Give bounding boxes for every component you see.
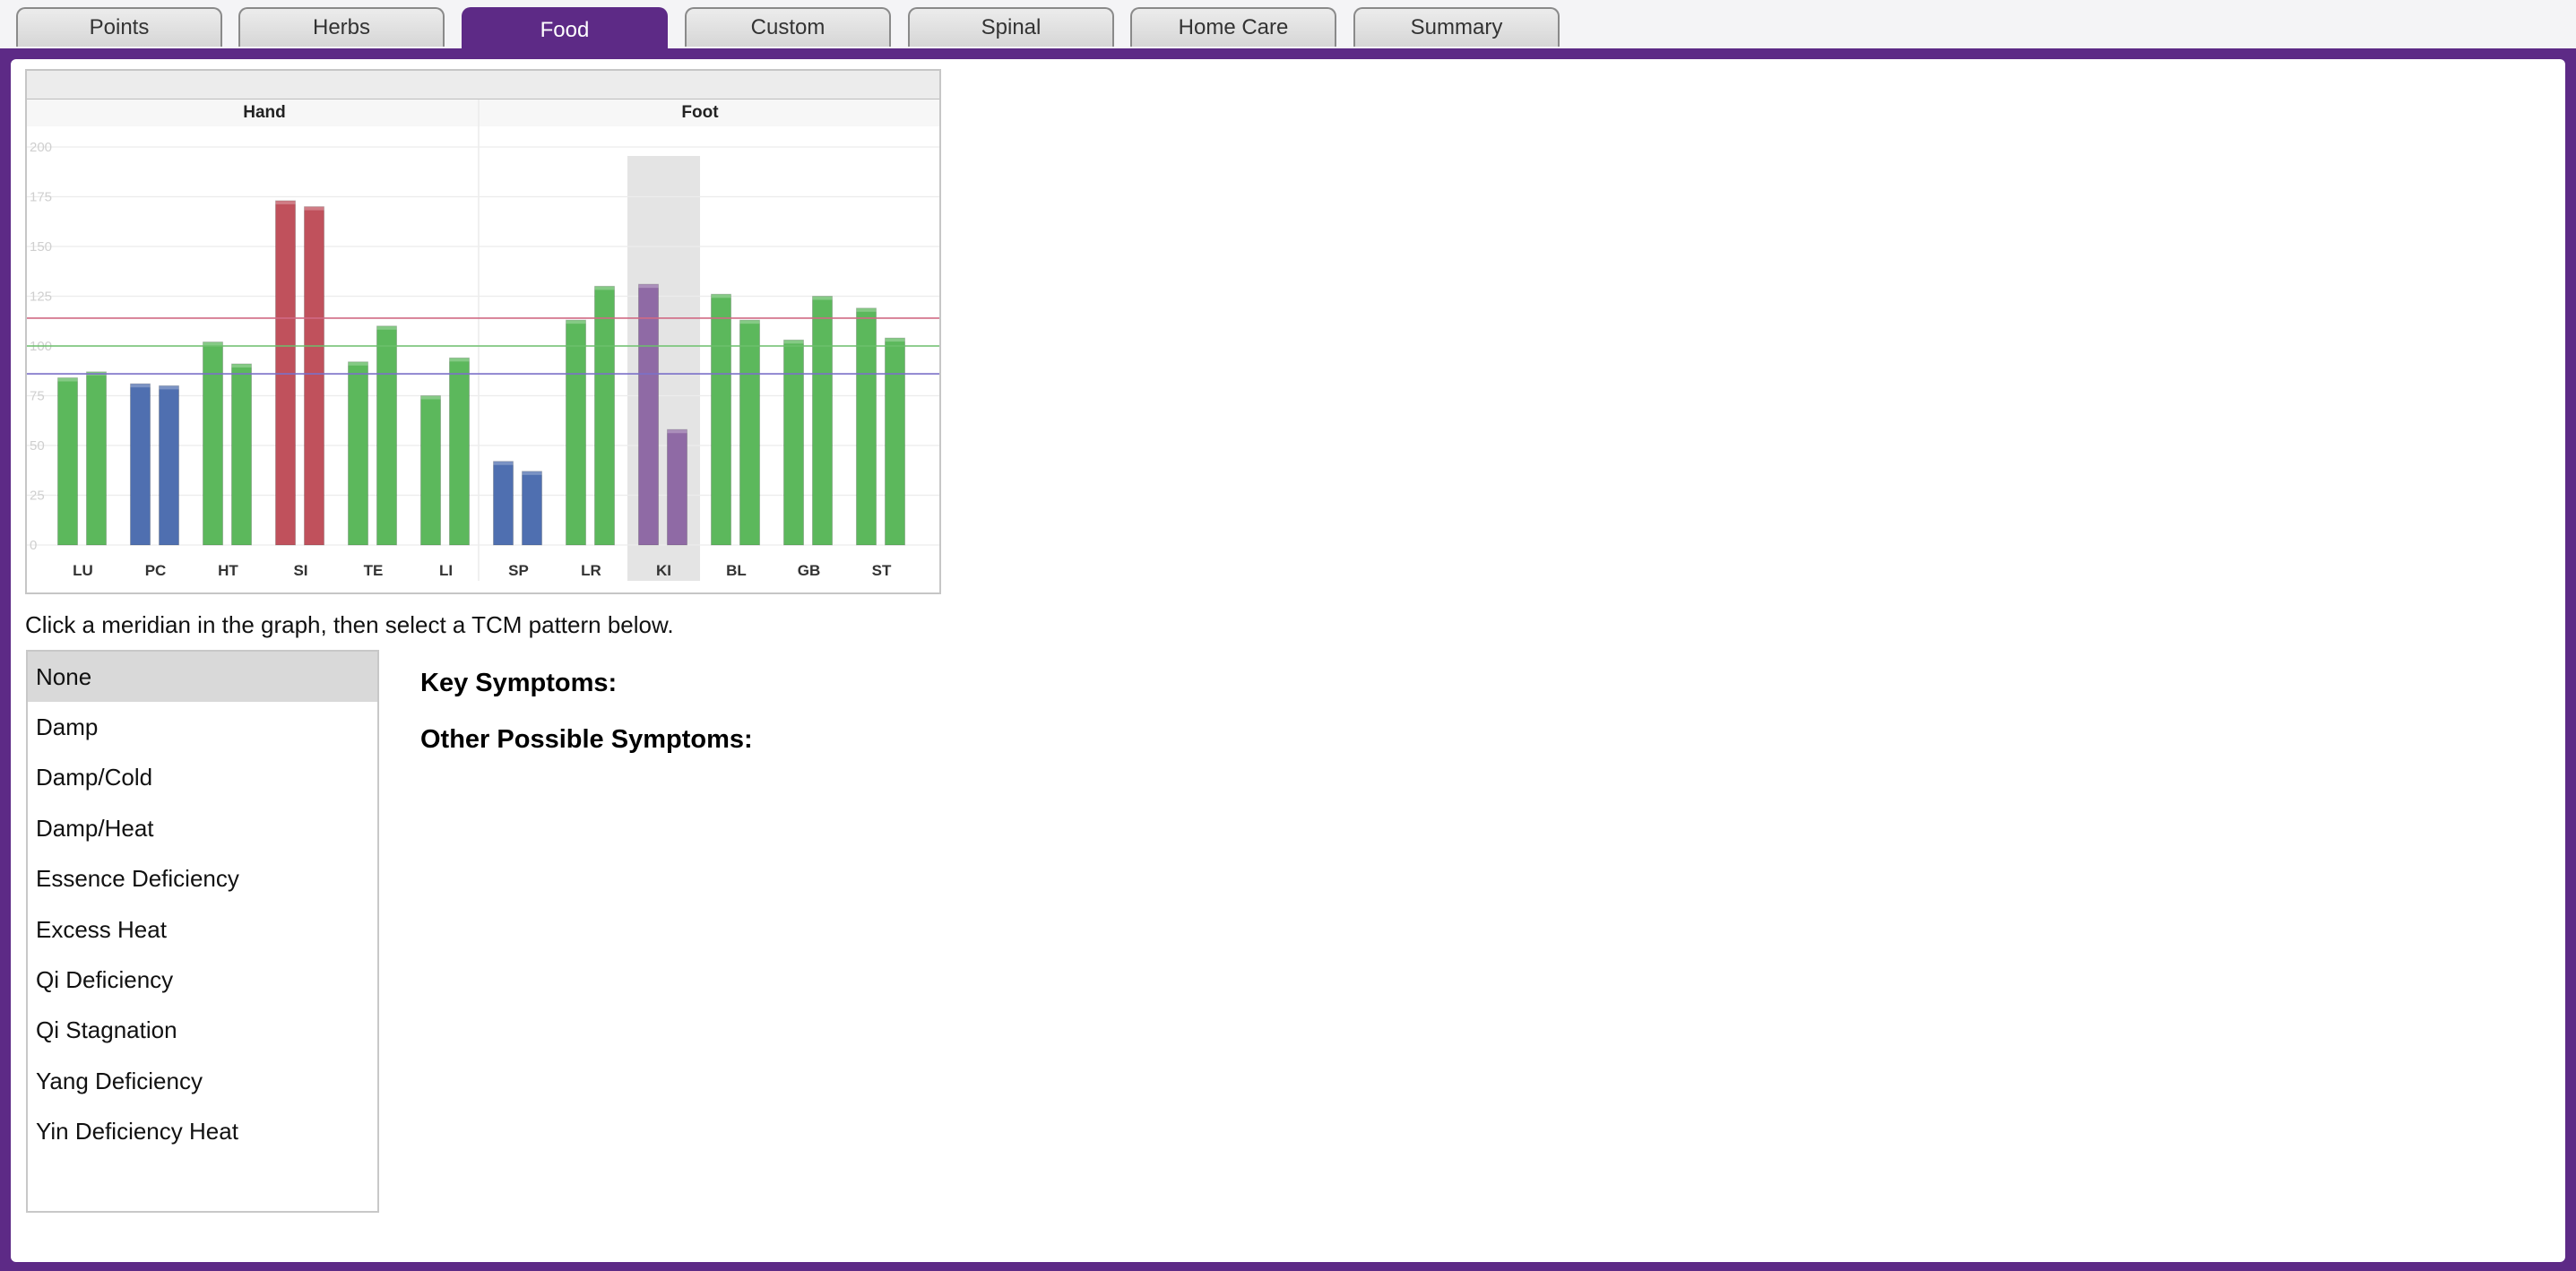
x-label-gb: GB [798,562,821,579]
x-label-bl: BL [726,562,747,579]
bar-si-1 [275,200,296,546]
bar-highlight [667,429,687,434]
tab-summary[interactable]: Summary [1353,7,1560,47]
bar-lu-1 [57,377,78,546]
bar-highlight [856,307,877,312]
bar-highlight [885,338,905,342]
pattern-item-damp[interactable]: Damp [28,702,377,752]
meridian-graph[interactable]: Hand Foot 0 25 50 75 100 125 150 175 200 LU PC HT SI TE… [25,69,941,594]
meridian-chart-svg: Hand Foot0255075100125150175200LU PC HT SI TE… [27,71,939,581]
pattern-item-excess-heat[interactable]: Excess Heat [28,904,377,955]
bar-highlight [812,296,833,300]
pattern-item-essence-deficiency[interactable]: Essence Deficiency [28,854,377,904]
bar-highlight [57,377,78,382]
y-tick-label: 75 [30,389,45,404]
tab-herbs[interactable]: Herbs [238,7,445,47]
bar-highlight [376,325,397,330]
chart-group-header [27,99,939,126]
bar-te-2 [376,325,397,546]
pattern-item-yin-deficiency-heat[interactable]: Yin Deficiency Heat [28,1107,377,1157]
bar-highlight [594,286,615,290]
pattern-item-none[interactable]: None [28,652,377,703]
tab-bar: Points Herbs Food Custom Spinal Home Car… [0,0,2576,52]
bar-highlight [203,342,223,346]
bar-lr-2 [594,285,615,546]
group-label-foot: Foot [681,103,719,122]
pattern-item-damp-cold[interactable]: Damp/Cold [28,753,377,803]
tab-home-care[interactable]: Home Care [1130,7,1336,47]
content-panel: Hand Foot 0 25 50 75 100 125 150 175 200 LU PC HT SI TE… [11,59,2565,1262]
x-label-lr: LR [581,562,601,579]
x-label-pc: PC [145,562,167,579]
bar-st-1 [856,307,877,546]
other-symptoms-heading: Other Possible Symptoms: [420,725,753,754]
group-label-hand: Hand [243,103,286,122]
bar-highlight [711,294,731,298]
tab-food[interactable]: Food [462,7,668,52]
x-label-st: ST [872,562,892,579]
bar-sp-2 [522,471,542,546]
tcm-pattern-list[interactable]: None Damp Damp/Cold Damp/Heat Essence De… [26,650,379,1213]
bar-highlight [348,361,368,366]
y-tick-label: 200 [30,140,52,155]
bar-highlight [638,284,659,289]
bar-highlight [420,395,441,400]
y-tick-label: 175 [30,190,52,205]
bar-lr-1 [566,319,586,546]
bar-highlight [739,320,760,324]
pattern-item-damp-heat[interactable]: Damp/Heat [28,803,377,853]
bar-te-1 [348,361,368,546]
tab-custom[interactable]: Custom [685,7,891,47]
key-symptoms-heading: Key Symptoms: [420,669,618,697]
bar-highlight [566,320,586,324]
tab-spinal[interactable]: Spinal [908,7,1114,47]
pattern-item-qi-stagnation[interactable]: Qi Stagnation [28,1006,377,1056]
y-tick-label: 25 [30,489,45,504]
bar-ki-1 [638,283,659,546]
bar-highlight [449,358,470,362]
y-tick-label: 150 [30,239,52,255]
bar-bl-1 [711,293,731,546]
bar-highlight [522,471,542,475]
bar-highlight [275,200,296,204]
tab-points[interactable]: Points [16,7,222,47]
bar-li-1 [420,395,441,546]
bar-lu-2 [86,371,107,546]
bar-highlight [159,385,179,390]
bar-bl-2 [739,319,760,546]
x-label-sp: SP [508,562,529,579]
bar-pc-2 [159,385,179,546]
y-tick-label: 125 [30,290,52,305]
y-tick-label: 50 [30,438,45,454]
bar-highlight [231,363,252,367]
bar-highlight [783,340,804,344]
bar-ht-1 [203,342,223,546]
x-label-te: TE [364,562,384,579]
chart-header-strip [27,71,939,99]
bar-highlight [130,384,151,388]
bar-ht-2 [231,363,252,546]
bar-gb-2 [812,296,833,546]
instruction-text: Click a meridian in the graph, then sele… [25,611,674,638]
pattern-item-qi-deficiency[interactable]: Qi Deficiency [28,955,377,1005]
content-frame: Hand Foot 0 25 50 75 100 125 150 175 200 LU PC HT SI TE… [0,48,2576,1271]
bar-st-2 [885,337,905,546]
bar-si-2 [304,206,324,546]
bar-gb-1 [783,339,804,546]
x-label-ki: KI [656,562,671,579]
bar-li-2 [449,357,470,546]
x-label-lu: LU [73,562,93,579]
x-label-li: LI [439,562,453,579]
x-label-si: SI [293,562,307,579]
bar-highlight [493,461,514,465]
bar-ki-2 [667,428,687,546]
x-label-ht: HT [218,562,238,579]
bar-pc-1 [130,383,151,546]
bar-sp-1 [493,461,514,546]
y-tick-label: 0 [30,538,37,553]
pattern-item-yang-deficiency[interactable]: Yang Deficiency [28,1056,377,1106]
bar-highlight [304,206,324,211]
